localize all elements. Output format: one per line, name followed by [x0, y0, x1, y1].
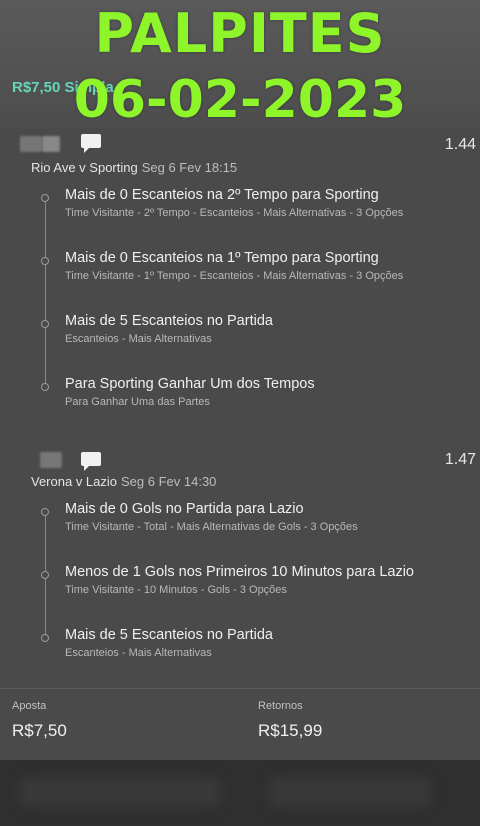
leg-dot-icon — [41, 257, 49, 265]
footer-divider — [0, 688, 480, 689]
stake-value: R$7,50 — [12, 721, 67, 740]
match-name: Rio Ave v Sporting — [31, 160, 138, 175]
sport-icon — [40, 452, 62, 468]
sport-icon — [20, 136, 42, 152]
leg-dot-icon — [41, 320, 49, 328]
leg-subtitle: Para Ganhar Uma das Partes — [65, 396, 210, 408]
leg-subtitle: Escanteios - Mais Alternativas — [65, 333, 212, 345]
leg-title: Mais de 0 Escanteios na 1º Tempo para Sp… — [65, 250, 379, 266]
match-name: Verona v Lazio — [31, 474, 118, 489]
overlay-title-date: 06-02-2023 — [73, 70, 407, 130]
bet-leg: Mais de 0 Gols no Partida para Lazio Tim… — [0, 501, 480, 564]
leg-title: Menos de 1 Gols nos Primeiros 10 Minutos… — [65, 564, 414, 580]
leg-title: Mais de 0 Escanteios na 2º Tempo para Sp… — [65, 187, 379, 203]
bet-legs: Mais de 0 Escanteios na 2º Tempo para Sp… — [0, 187, 480, 416]
leg-title: Mais de 0 Gols no Partida para Lazio — [65, 501, 304, 517]
leg-dot-icon — [41, 194, 49, 202]
bet-builder-icon — [81, 452, 101, 471]
blurred-area — [270, 778, 430, 806]
bet-leg: Mais de 0 Escanteios na 2º Tempo para Sp… — [0, 187, 480, 250]
leg-dot-icon — [41, 571, 49, 579]
match-date: Seg 6 Fev 14:30 — [121, 474, 217, 489]
stake-label: Aposta — [12, 700, 47, 712]
blurred-area — [20, 778, 220, 806]
leg-subtitle: Time Visitante - 2º Tempo - Escanteios -… — [65, 207, 404, 219]
bet-leg: Para Sporting Ganhar Um dos Tempos Para … — [0, 376, 480, 416]
bet-builder-icon — [81, 134, 101, 153]
returns-label: Retornos — [258, 700, 303, 712]
bet-leg: Mais de 5 Escanteios no Partida Escantei… — [0, 313, 480, 376]
bet-card[interactable]: 1.44 Rio Ave v Sporting Seg 6 Fev 18:15 M… — [0, 134, 480, 416]
leg-title: Mais de 5 Escanteios no Partida — [65, 627, 273, 643]
match-date: Seg 6 Fev 18:15 — [141, 160, 238, 175]
bet-leg: Mais de 0 Escanteios na 1º Tempo para Sp… — [0, 250, 480, 313]
bet-odds: 1.44 — [444, 136, 476, 153]
bet-leg: Menos de 1 Gols nos Primeiros 10 Minutos… — [0, 564, 480, 627]
leg-title: Mais de 5 Escanteios no Partida — [65, 313, 273, 329]
leg-subtitle: Escanteios - Mais Alternativas — [65, 647, 212, 659]
bet-odds: 1.47 — [444, 451, 476, 468]
overlay-title-palpites: PALPITES — [94, 2, 386, 65]
bottom-bar — [0, 760, 480, 826]
leg-title: Para Sporting Ganhar Um dos Tempos — [65, 376, 315, 392]
team-icon — [42, 136, 60, 152]
returns-value: R$15,99 — [258, 721, 323, 740]
bet-leg: Mais de 5 Escanteios no Partida Escantei… — [0, 627, 480, 667]
match-info[interactable]: Verona v Lazio Seg 6 Fev 14:30 — [31, 474, 480, 489]
leg-subtitle: Time Visitante - 10 Minutos - Gols - 3 O… — [65, 584, 287, 596]
leg-dot-icon — [41, 634, 49, 642]
leg-subtitle: Time Visitante - Total - Mais Alternativ… — [65, 521, 358, 533]
leg-dot-icon — [41, 383, 49, 391]
match-info[interactable]: Rio Ave v Sporting Seg 6 Fev 18:15 — [31, 160, 480, 175]
leg-subtitle: Time Visitante - 1º Tempo - Escanteios -… — [65, 270, 404, 282]
bet-card[interactable]: 1.47 Verona v Lazio Seg 6 Fev 14:30 Mais … — [0, 448, 480, 667]
leg-dot-icon — [41, 508, 49, 516]
bet-legs: Mais de 0 Gols no Partida para Lazio Tim… — [0, 501, 480, 667]
